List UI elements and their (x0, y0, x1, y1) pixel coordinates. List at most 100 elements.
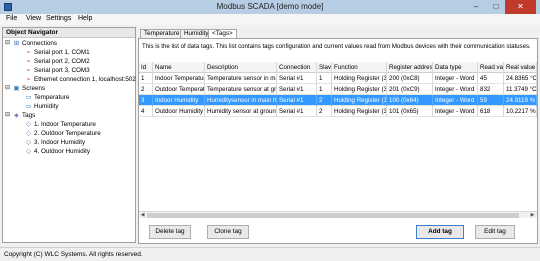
horizontal-scrollbar[interactable]: ◀ ▶ (139, 211, 537, 218)
tags-folder-icon: ◈ (14, 112, 19, 119)
status-bar: Copyright (C) WLC Systems. All rights re… (0, 247, 540, 261)
clone-tag-button[interactable]: Clone tag (207, 225, 249, 239)
table-cell: 618 (478, 106, 504, 117)
tab-temperature[interactable]: Temperature (140, 29, 184, 38)
edit-tag-button[interactable]: Edit tag (475, 225, 515, 239)
title-bar[interactable]: Modbus SCADA [demo mode] – □ ✕ (0, 0, 540, 14)
table-cell: Serial #1 (277, 84, 317, 95)
tree-item[interactable]: ◇ 4. Outdoor Humidity (3, 147, 135, 156)
table-cell: Humiditysensor in main hall (207, 95, 277, 106)
close-button[interactable]: ✕ (505, 0, 536, 14)
menu-settings[interactable]: Settings (46, 15, 71, 22)
tree-item[interactable]: ⌁ Serial port 3, COM3 (3, 66, 135, 75)
tree-item-label: 2. Outdoor Temperature (34, 130, 101, 137)
menu-file[interactable]: File (6, 15, 17, 22)
navigator-title: Object Navigator (3, 28, 135, 38)
collapse-icon[interactable]: ⊟ (5, 112, 11, 118)
table-cell: Holding Register (3) (334, 95, 387, 106)
table-row[interactable]: 3 Indoor Humidity Humiditysensor in main h… (139, 95, 537, 106)
menu-help[interactable]: Help (78, 15, 92, 22)
column-header[interactable]: Description (205, 62, 277, 73)
tree-item[interactable]: ▭ Temperature (3, 93, 135, 102)
tree-item-label: Connections (22, 40, 58, 47)
table-cell: 1 (317, 73, 332, 84)
tree-item-label: Tags (22, 112, 36, 119)
table-cell: 4 (139, 106, 153, 117)
tags-table: IdNameDescriptionConnectionSlaveFunction… (139, 62, 537, 202)
table-cell: 11.3749 °C (506, 84, 537, 95)
scroll-thumb[interactable] (147, 213, 519, 218)
tree-item[interactable]: ◇ 1. Indoor Temperature (3, 120, 135, 129)
tree-item-label: 3. Indoor Humidity (34, 139, 86, 146)
tree-item-label: 1. Indoor Temperature (34, 121, 96, 128)
column-header[interactable]: Register address (387, 62, 433, 73)
tree-item[interactable]: ⊟ ▣ Screens (3, 84, 135, 93)
network-folder-icon: ⊞ (13, 40, 20, 47)
tree-item-label: Serial port 1, COM1 (34, 49, 90, 56)
tree-item[interactable]: ◇ 3. Indoor Humidity (3, 138, 135, 147)
screens-folder-icon: ▣ (13, 85, 20, 92)
table-cell: Holding Register (3) (334, 106, 387, 117)
table-cell: Integer - Word (433, 73, 478, 84)
collapse-icon[interactable]: ⊟ (5, 85, 11, 91)
table-cell: 200 (0xC8) (387, 73, 433, 84)
tree-item[interactable]: ⌁ Ethernet connection 1, localhost:502 (3, 75, 136, 84)
menu-bar: File View Settings Help (0, 14, 540, 25)
table-cell: 24.8365 °C (506, 73, 537, 84)
table-cell: 100 (0x64) (387, 95, 433, 106)
window-title: Modbus SCADA [demo mode] (216, 2, 324, 11)
table-cell: 101 (0x65) (387, 106, 433, 117)
column-header[interactable]: Connection (277, 62, 317, 73)
column-header[interactable]: Read value (478, 62, 504, 73)
column-header[interactable]: Real value (504, 62, 537, 73)
table-cell: 3 (139, 95, 153, 106)
table-cell: 2 (317, 106, 332, 117)
tree-item[interactable]: ◇ 2. Outdoor Temperature (3, 129, 135, 138)
table-cell: Outdoor Humidity (155, 106, 205, 117)
maximize-button[interactable]: □ (487, 0, 505, 14)
column-header[interactable]: Data type (433, 62, 478, 73)
column-header[interactable]: Function (332, 62, 387, 73)
tree-item[interactable]: ⌁ Serial port 2, COM2 (3, 57, 135, 66)
column-header[interactable]: Slave (317, 62, 332, 73)
serial-port-icon: ⌁ (26, 67, 31, 74)
scroll-right-icon[interactable]: ▶ (529, 212, 536, 219)
minimize-button[interactable]: – (467, 0, 485, 14)
scroll-left-icon[interactable]: ◀ (139, 212, 146, 219)
tag-icon: ◇ (26, 148, 31, 155)
tab-tags[interactable]: <Tags> (208, 29, 237, 38)
table-cell: 2 (139, 84, 153, 95)
table-cell: 201 (0xC9) (387, 84, 433, 95)
tree-item-label: Serial port 2, COM2 (34, 58, 90, 65)
tree-item-label: Serial port 3, COM3 (34, 67, 90, 74)
tags-panel: This is the list of data tags. This list… (138, 38, 538, 244)
status-text: Copyright (C) WLC Systems. All rights re… (4, 251, 143, 258)
delete-tag-button[interactable]: Delete tag (149, 225, 191, 239)
table-cell: 45 (478, 73, 504, 84)
tree-item[interactable]: ⊟ ◈ Tags (3, 111, 135, 120)
table-cell: Outdoor Temperature (155, 84, 205, 95)
table-cell: Temperature sensor at grou (207, 84, 277, 95)
table-row[interactable]: 4 Outdoor Humidity Humidity sensor at grou… (139, 106, 537, 117)
table-cell: Serial #1 (277, 106, 317, 117)
table-row[interactable]: 1 Indoor Temperature Temperature sensor in… (139, 73, 537, 84)
table-cell: Holding Register (3) (334, 73, 387, 84)
table-cell: 24.9119 % (506, 95, 537, 106)
table-header: IdNameDescriptionConnectionSlaveFunction… (139, 62, 537, 73)
tree-item[interactable]: ▭ Humidity (3, 102, 135, 111)
serial-port-icon: ⌁ (26, 49, 31, 56)
table-cell: 2 (317, 95, 332, 106)
add-tag-button[interactable]: Add tag (416, 225, 464, 239)
tree-item[interactable]: ⊟ ⊞ Connections (3, 39, 135, 48)
collapse-icon[interactable]: ⊟ (5, 40, 11, 46)
tree-item[interactable]: ⌁ Serial port 1, COM1 (3, 48, 135, 57)
screen-icon: ▭ (25, 94, 32, 101)
column-header[interactable]: Id (139, 62, 153, 73)
column-header[interactable]: Name (153, 62, 205, 73)
table-cell: Indoor Humidity (153, 95, 205, 106)
menu-view[interactable]: View (26, 15, 41, 22)
table-cell: Integer - Word (433, 84, 478, 95)
table-cell: Integer - Word (433, 106, 478, 117)
table-row[interactable]: 2Outdoor TemperatureTemperature sensor a… (139, 84, 537, 95)
table-cell: Indoor Temperature (155, 73, 205, 84)
